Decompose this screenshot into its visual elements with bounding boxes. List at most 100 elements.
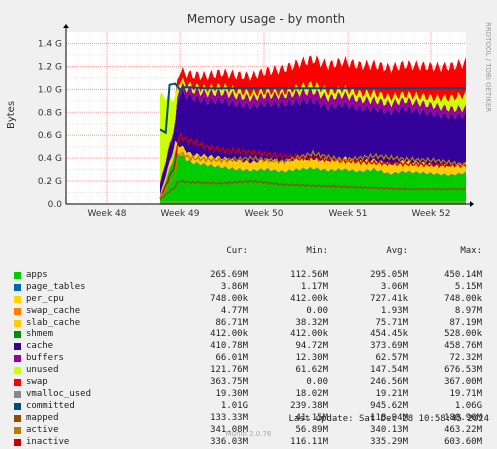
legend-row-vmalloc-used: vmalloc_used 19.30M 18.02M 19.21M 19.71M [10,389,488,401]
x-tick-label: Week 49 [161,209,200,219]
legend-row-cache: cache 410.78M 94.72M 373.69M 458.76M [10,341,488,353]
legend-name: swap_cache [26,305,81,316]
legend-name: per_cpu [26,293,64,304]
legend-name: swap [26,377,48,388]
legend-avg: 147.54M [370,365,408,376]
legend-swatch [14,355,21,363]
legend-name: cache [26,341,54,352]
legend-cur: 3.86M [220,281,248,292]
legend-name: unused [26,365,59,376]
x-tick-label: Week 48 [88,209,127,219]
legend-row-unused: unused 121.76M 61.62M 147.54M 676.53M [10,365,488,377]
legend-max: 450.14M [444,269,482,280]
legend-max: 19.71M [449,389,482,400]
y-tick-label: 0.0 [48,200,63,210]
legend-avg: 295.05M [370,269,408,280]
legend-swatch [14,331,21,339]
legend-name: slab_cache [26,317,81,328]
legend-cur: 748.00k [210,293,248,304]
legend-max: 748.00k [444,293,482,304]
legend-row-committed: committed 1.01G 239.38M 945.62M 1.06G [10,401,488,413]
legend-name: committed [26,401,75,412]
legend-cur: 86.71M [215,317,248,328]
legend-row-buffers: buffers 66.01M 12.30M 62.57M 72.32M [10,353,488,365]
legend-max: 87.19M [449,317,482,328]
x-tick-label: Week 50 [245,209,284,219]
y-tick-label: 0.2 G [38,177,62,187]
legend-avg: 727.41k [370,293,408,304]
munin-version: Munin 2.0.76 [225,430,272,438]
legend-avg: 246.56M [370,377,408,388]
legend-min: 0.00 [306,305,328,316]
legend-avg: 3.06M [380,281,408,292]
legend-cur: 265.69M [210,269,248,280]
legend-min: 112.56M [290,269,328,280]
legend-min: 94.72M [295,341,328,352]
legend-min: 412.00k [290,293,328,304]
legend-swatch [14,343,21,351]
legend-cur: 19.30M [215,389,248,400]
last-update: Last update: Sat Dec 28 10:58:45 2024 [288,414,489,424]
legend-avg: 373.69M [370,341,408,352]
x-tick-label: Week 52 [412,209,451,219]
legend-swatch [14,415,21,423]
y-tick-label: 0.8 G [38,108,62,118]
y-tick-label: 1.0 G [38,85,62,95]
legend-row-shmem: shmem 412.00k 412.00k 454.45k 528.00k [10,329,488,341]
x-tick-label: Week 51 [329,209,368,219]
legend-cur: 410.78M [210,341,248,352]
memory-chart: Memory usage - by month Bytes RRDTOOL / … [6,12,492,219]
legend-max: 458.76M [444,341,482,352]
legend-max: 367.00M [444,377,482,388]
legend-max: 1.06G [454,401,482,412]
legend-max: 676.53M [444,365,482,376]
chart-title: Memory usage - by month [187,12,345,26]
header-cur: Cur: [226,245,248,256]
legend-swatch [14,391,21,399]
legend-row-swap-cache: swap_cache 4.77M 0.00 1.93M 8.97M [10,306,488,318]
header-min: Min: [306,245,328,256]
legend-row-slab-cache: slab_cache 86.71M 38.32M 75.71M 87.19M [10,318,488,330]
legend-cur: 121.76M [210,365,248,376]
legend-avg: 62.57M [375,353,408,364]
legend-swatch [14,438,21,446]
legend-name: shmem [26,329,54,340]
x-axis-arrow [470,201,474,207]
legend-name: buffers [26,353,64,364]
header-avg: Avg: [386,245,408,256]
legend-swatch [14,379,21,387]
legend-name: vmalloc_used [26,389,92,400]
legend-cur: 133.33M [210,413,248,424]
header-max: Max: [460,245,482,256]
legend-swatch [14,271,21,279]
legend-avg: 1.93M [380,305,408,316]
legend-min: 61.62M [295,365,328,376]
legend-name: page_tables [26,281,86,292]
legend-swatch [14,295,21,303]
y-tick-label: 0.4 G [38,154,62,164]
legend-header: Cur: Min: Avg: Max: [10,246,488,258]
legend-cur: 4.77M [220,305,248,316]
legend-max: 8.97M [454,305,482,316]
legend-cur: 363.75M [210,377,248,388]
legend-avg: 454.45k [370,329,408,340]
legend-swatch [14,283,21,291]
legend-max: 528.00k [444,329,482,340]
legend-swatch [14,319,21,327]
y-axis-label: Bytes [6,101,17,129]
y-tick-label: 1.2 G [38,62,62,72]
legend-row-per-cpu: per_cpu 748.00k 412.00k 727.41k 748.00k [10,294,488,306]
y-tick-label: 1.4 G [38,39,62,49]
legend-row-page-tables: page_tables 3.86M 1.17M 3.06M 5.15M [10,282,488,294]
legend-min: 38.32M [295,317,328,328]
legend-row-apps: apps 265.69M 112.56M 295.05M 450.14M [10,270,488,282]
legend-row-swap: swap 363.75M 0.00 246.56M 367.00M [10,377,488,389]
legend-name: mapped [26,413,59,424]
legend-max: 72.32M [449,353,482,364]
legend-min: 239.38M [290,401,328,412]
legend-max: 5.15M [454,281,482,292]
y-axis-arrow [63,24,69,28]
y-tick-label: 0.6 G [38,131,62,141]
legend-min: 18.02M [295,389,328,400]
legend-min: 1.17M [300,281,328,292]
